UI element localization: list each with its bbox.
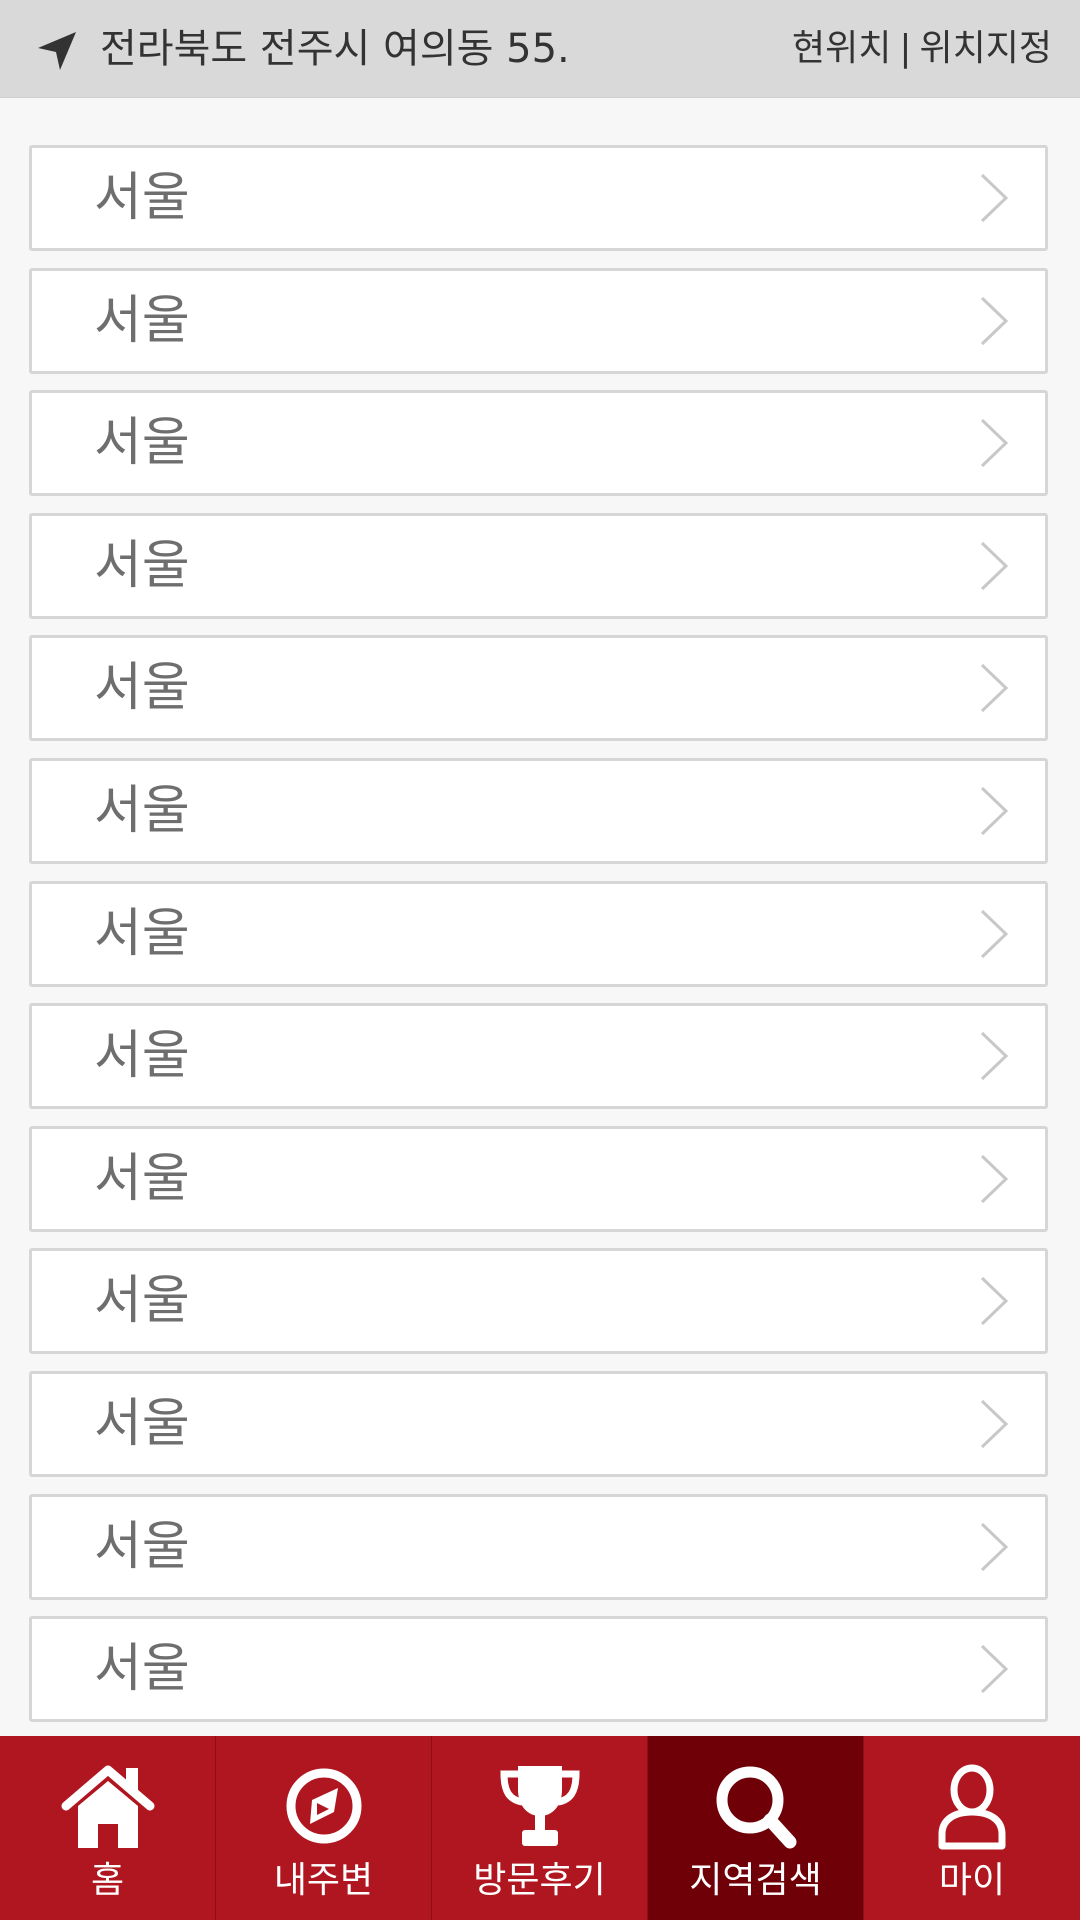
location-actions: 현위치 | 위치지정 [792, 22, 1052, 76]
region-label: 서울 [94, 1026, 190, 1087]
region-row[interactable]: 서울 [29, 267, 1048, 374]
region-label: 서울 [94, 1148, 190, 1209]
region-row[interactable]: 서울 [29, 635, 1048, 742]
region-row[interactable]: 서울 [29, 880, 1048, 987]
user-icon [938, 1764, 1006, 1850]
region-row[interactable]: 서울 [29, 145, 1048, 251]
tab-my[interactable]: 마이 [864, 1736, 1080, 1920]
region-row[interactable]: 서울 [29, 1125, 1048, 1232]
chevron-right-icon [980, 173, 1009, 223]
region-label: 서울 [94, 903, 190, 964]
region-label: 서울 [94, 658, 190, 719]
tab-region-search[interactable]: 지역검색 [648, 1736, 864, 1920]
current-address: 전라북도 전주시 여의동 55... [100, 26, 570, 72]
home-icon [61, 1765, 154, 1848]
region-label: 서울 [94, 1271, 190, 1332]
action-separator: | [899, 28, 912, 69]
chevron-right-icon [980, 909, 1009, 958]
tab-region-search-label: 지역검색 [689, 1860, 822, 1901]
region-row[interactable]: 서울 [29, 757, 1048, 864]
region-label: 서울 [94, 290, 190, 351]
compass-icon [286, 1768, 361, 1844]
region-list: 서울 서울 서울 서울 서울 서울 서울 서울 서울 서울 서울 서울 서울 [29, 145, 1048, 1739]
tab-nearby[interactable]: 내주변 [216, 1736, 432, 1920]
chevron-right-icon [980, 1032, 1009, 1081]
chevron-right-icon [980, 419, 1009, 468]
region-row[interactable]: 서울 [29, 1003, 1048, 1110]
region-row[interactable]: 서울 [29, 1370, 1048, 1477]
tab-my-label: 마이 [938, 1860, 1006, 1901]
tab-reviews[interactable]: 방문후기 [432, 1736, 648, 1920]
tab-nearby-label: 내주변 [273, 1860, 374, 1901]
region-row[interactable]: 서울 [29, 390, 1048, 497]
chevron-right-icon [980, 296, 1009, 345]
chevron-right-icon [980, 786, 1009, 836]
location-header: 전라북도 전주시 여의동 55... 현위치 | 위치지정 [0, 0, 1080, 98]
set-location-link[interactable]: 위치지정 [920, 28, 1052, 69]
region-label: 서울 [94, 413, 190, 474]
region-label: 서울 [94, 535, 190, 596]
chevron-right-icon [980, 1399, 1009, 1449]
navigation-arrow-icon [38, 32, 76, 70]
region-row[interactable]: 서울 [29, 1616, 1048, 1723]
region-label: 서울 [94, 168, 190, 228]
chevron-right-icon [980, 541, 1009, 590]
region-label: 서울 [94, 1516, 190, 1577]
region-row[interactable]: 서울 [29, 512, 1048, 619]
search-icon [716, 1766, 796, 1849]
chevron-right-icon [980, 664, 1009, 713]
tab-reviews-label: 방문후기 [473, 1860, 606, 1901]
bottom-tab-bar: 홈 내주변 방문후기 지역검색 마이 [0, 1736, 1080, 1920]
region-row[interactable]: 서울 [29, 1493, 1048, 1600]
tab-home-label: 홈 [90, 1860, 125, 1901]
chevron-right-icon [980, 1645, 1009, 1694]
current-location-link[interactable]: 현위치 [792, 28, 891, 69]
region-label: 서울 [94, 1393, 190, 1454]
region-label: 서울 [94, 780, 190, 841]
chevron-right-icon [980, 1154, 1009, 1203]
trophy-icon [499, 1766, 580, 1846]
tab-home[interactable]: 홈 [0, 1736, 216, 1920]
chevron-right-icon [980, 1277, 1009, 1326]
region-label: 서울 [94, 1639, 190, 1700]
region-row[interactable]: 서울 [29, 1248, 1048, 1355]
chevron-right-icon [980, 1522, 1009, 1571]
